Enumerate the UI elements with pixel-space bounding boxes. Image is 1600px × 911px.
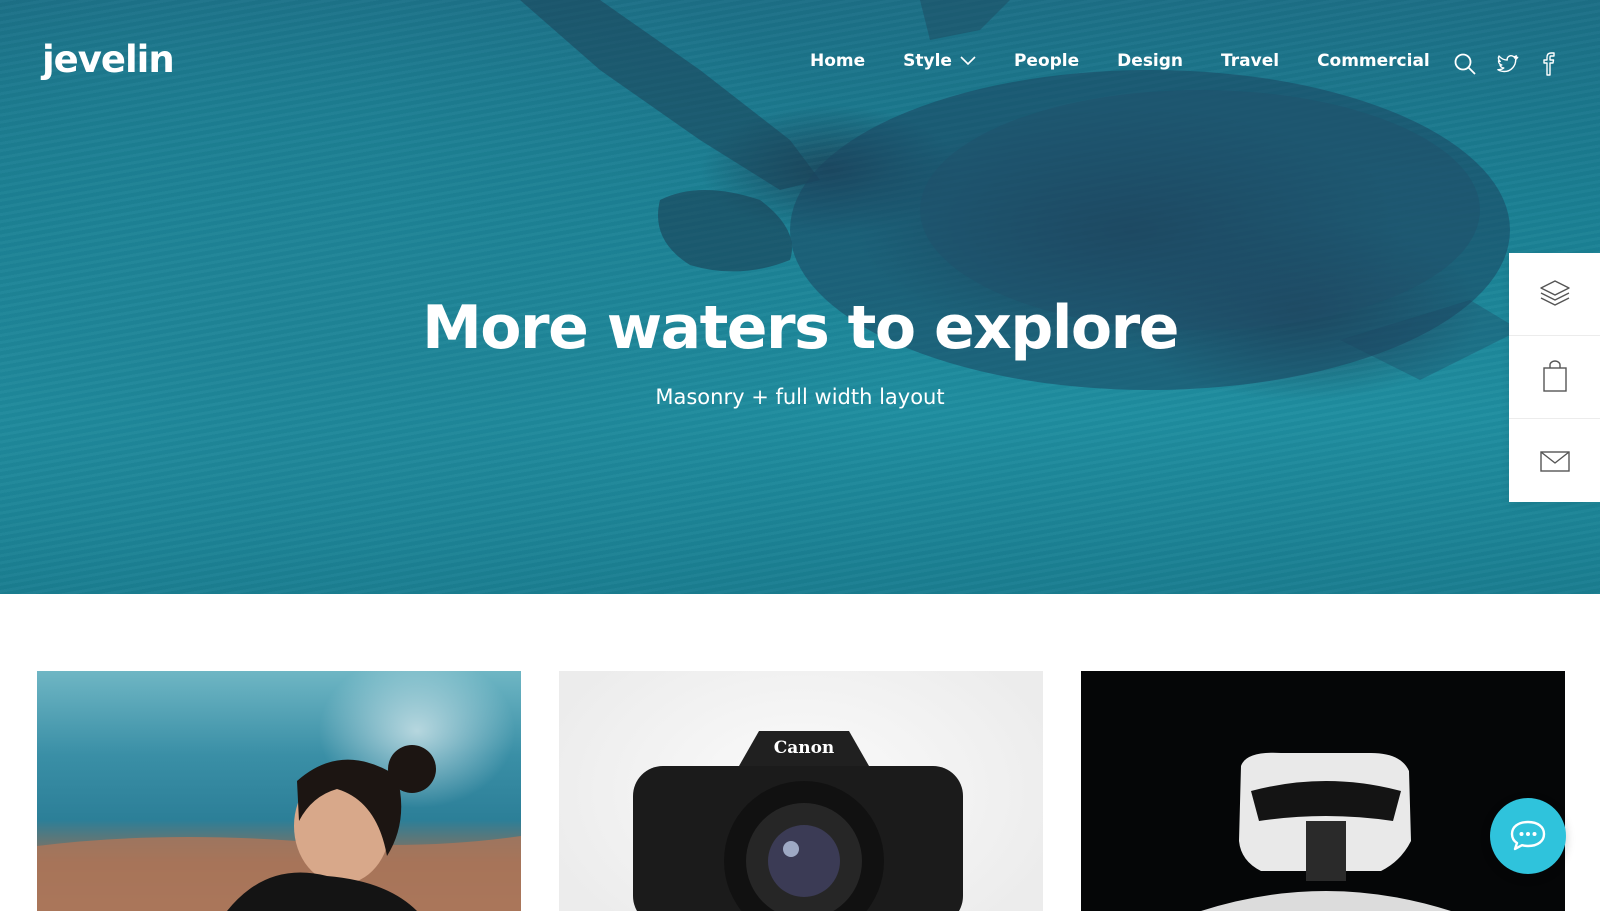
nav-item-travel[interactable]: Travel <box>1221 51 1279 71</box>
shopping-bag-icon <box>1542 360 1567 392</box>
gallery-card-woman[interactable] <box>37 671 521 911</box>
layers-button[interactable] <box>1509 253 1600 336</box>
woman-by-sea-photo <box>37 745 521 911</box>
nav-item-label: Home <box>810 51 866 71</box>
contact-button[interactable] <box>1509 419 1600 502</box>
chat-button[interactable] <box>1490 798 1566 874</box>
nav-item-people[interactable]: People <box>1014 51 1079 71</box>
nav-item-label: Commercial <box>1317 51 1430 71</box>
canon-camera-photo: Canon <box>633 731 963 911</box>
header-icons <box>1453 52 1579 76</box>
side-panel <box>1509 253 1600 502</box>
facebook-icon[interactable] <box>1537 52 1561 76</box>
layers-icon <box>1539 280 1570 306</box>
nav-item-label: Design <box>1117 51 1184 71</box>
hero-subtitle: Masonry + full width layout <box>655 385 945 409</box>
search-icon[interactable] <box>1453 52 1477 76</box>
gallery-card-camera[interactable]: Canon <box>559 671 1043 911</box>
nav-item-label: Style <box>903 51 952 71</box>
site-logo[interactable]: jevelin <box>42 38 175 81</box>
shop-button[interactable] <box>1509 336 1600 419</box>
stormtrooper-helmet-photo <box>1201 752 1451 911</box>
hero-banner: jevelin Home Style People Design Travel … <box>0 0 1600 594</box>
nav-item-label: People <box>1013 51 1080 71</box>
camera-brand-label: Canon <box>774 738 835 758</box>
chat-bubble-icon <box>1510 820 1546 851</box>
nav-item-label: Travel <box>1221 51 1280 71</box>
masonry-gallery: Canon <box>37 671 1565 911</box>
gallery-card-stormtrooper[interactable] <box>1081 671 1565 911</box>
mail-icon <box>1539 450 1570 472</box>
nav-item-style[interactable]: Style <box>903 51 976 71</box>
nav-item-home[interactable]: Home <box>810 51 865 71</box>
nav-item-commercial[interactable]: Commercial <box>1317 51 1430 71</box>
twitter-icon[interactable] <box>1495 52 1519 76</box>
main-nav: Home Style People Design Travel Commerci… <box>810 51 1468 71</box>
hero-title: More waters to explore <box>422 293 1179 363</box>
chevron-down-icon <box>960 56 976 66</box>
nav-item-design[interactable]: Design <box>1117 51 1183 71</box>
